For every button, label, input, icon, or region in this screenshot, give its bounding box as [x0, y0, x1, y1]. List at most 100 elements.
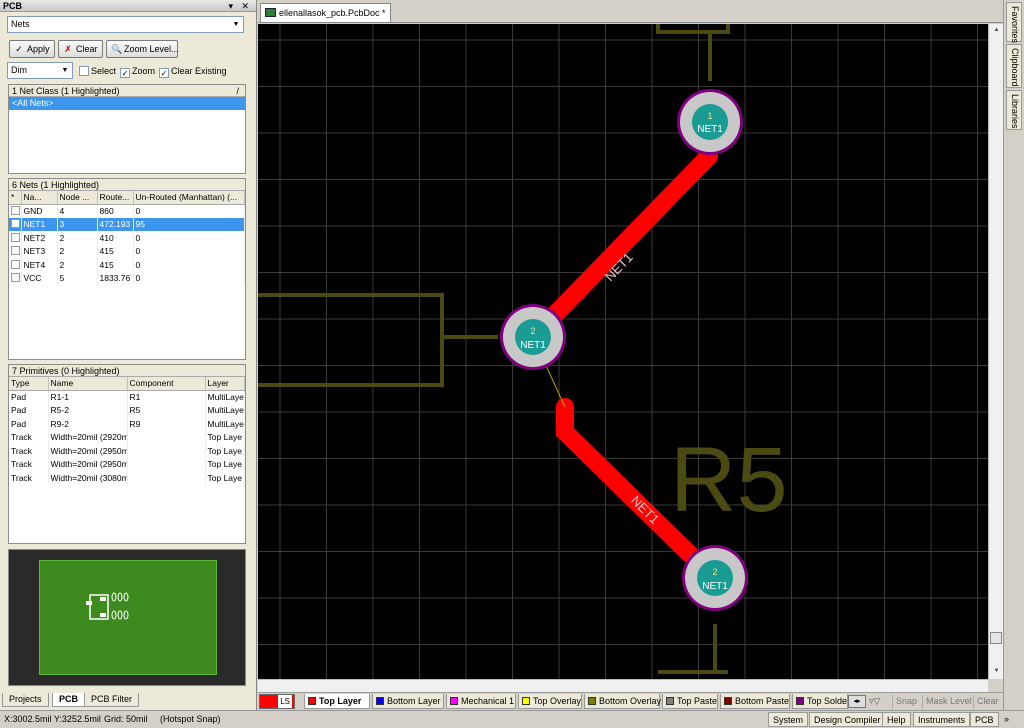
sort-icon[interactable]: / — [236, 85, 239, 96]
nets-col-unrouted[interactable]: Un-Routed (Manhattan) (... — [133, 191, 245, 205]
layer-tab-bottom-layer[interactable]: Bottom Layer — [372, 694, 444, 709]
net-unrouted: 0 — [133, 231, 245, 245]
clear-existing-checkbox-box[interactable]: ✓ — [159, 68, 169, 78]
layer-color-swatch — [450, 697, 458, 705]
layer-tab-top-overlay[interactable]: Top Overlay — [518, 694, 582, 709]
table-row[interactable]: NET4 2 415 0 — [9, 258, 245, 272]
prim-component — [127, 444, 206, 458]
prim-col-type[interactable]: Type — [9, 377, 49, 391]
nets-col-nodes[interactable]: Node ... — [57, 191, 98, 205]
board-thumbnail[interactable] — [39, 560, 217, 675]
nets-col-flag[interactable]: * — [9, 191, 22, 205]
prim-component: R5 — [127, 403, 206, 417]
table-row[interactable]: Pad R1-1 R1 MultiLaye — [9, 390, 245, 404]
horizontal-scrollbar[interactable] — [258, 679, 988, 692]
status-tab-design-compiler[interactable]: Design Compiler — [809, 712, 886, 727]
status-tab-system[interactable]: System — [768, 712, 809, 727]
layer-tab-top-paste[interactable]: Top Paste — [662, 694, 718, 709]
expand-icon[interactable]: » — [1004, 711, 1009, 728]
zoom-checkbox[interactable]: ✓ Zoom — [120, 65, 155, 78]
table-row[interactable]: Pad R9-2 R9 MultiLaye — [9, 417, 245, 431]
zoom-checkbox-box[interactable]: ✓ — [120, 68, 130, 78]
nets-col-routed[interactable]: Route... — [97, 191, 134, 205]
table-row[interactable]: Track Width=20mil (3080m Top Laye — [9, 471, 245, 485]
prim-col-name[interactable]: Name — [48, 377, 128, 391]
row-checkbox[interactable] — [11, 273, 20, 283]
scroll-up-icon[interactable]: ▲ — [989, 24, 1004, 36]
clear-button[interactable]: ✗ Clear — [58, 40, 103, 58]
tab-clipboard[interactable]: Clipboard — [1006, 44, 1022, 88]
clear-mask-button[interactable]: Clear — [973, 695, 1002, 709]
nets-col-name[interactable]: Na... — [21, 191, 58, 205]
chevron-down-icon[interactable]: ▼ — [58, 63, 72, 78]
pad[interactable]: 2 NET1 — [500, 304, 566, 370]
chevron-down-icon[interactable]: ▼ — [229, 17, 243, 32]
status-tab-instruments[interactable]: Instruments — [913, 712, 971, 727]
mode-select[interactable]: Nets ▼ — [7, 16, 244, 33]
prim-col-component[interactable]: Component — [127, 377, 206, 391]
net-routed: 415 — [97, 244, 134, 258]
apply-icon: ✓ — [15, 44, 23, 54]
row-checkbox[interactable] — [11, 232, 20, 242]
layer-color-swatch — [376, 697, 384, 705]
net-class-section: 1 Net Class (1 Highlighted) / <All Nets> — [8, 84, 246, 174]
pad[interactable]: 2 NET1 — [682, 545, 748, 611]
status-tab-help[interactable]: Help — [882, 712, 911, 727]
layer-tab-bottom-overlay[interactable]: Bottom Overlay — [584, 694, 661, 709]
net-name: NET2 — [21, 231, 58, 245]
table-row[interactable]: Track Width=20mil (2950m Top Laye — [9, 457, 245, 471]
tab-pcb[interactable]: PCB — [52, 693, 86, 707]
pcb-canvas[interactable]: R5 NET1 NET1 1 NET1 2 NET1 2 NET1 — [258, 24, 988, 679]
tab-favorites[interactable]: Favorites — [1006, 2, 1022, 43]
table-row[interactable]: Track Width=20mil (2950m Top Laye — [9, 444, 245, 458]
panel-tabs: Projects PCB PCB Filter — [0, 693, 257, 707]
pad[interactable]: 1 NET1 — [677, 89, 743, 155]
row-checkbox[interactable] — [11, 219, 20, 229]
row-checkbox[interactable] — [11, 259, 20, 269]
mask-level-button[interactable]: Mask Level — [922, 695, 975, 709]
tab-projects[interactable]: Projects — [2, 693, 49, 707]
prim-name: Width=20mil (2950m — [48, 444, 128, 458]
mask-mode-select[interactable]: Dim ▼ — [7, 62, 73, 79]
row-checkbox[interactable] — [11, 206, 20, 215]
table-row[interactable]: Track Width=20mil (2920m Top Laye — [9, 430, 245, 444]
select-checkbox-box[interactable] — [79, 66, 89, 76]
layer-tab-mechanical-1[interactable]: Mechanical 1 — [446, 694, 516, 709]
select-checkbox[interactable]: Select — [79, 65, 116, 77]
net-unrouted: 0 — [133, 204, 245, 218]
table-row[interactable]: VCC 5 1833.76 0 — [9, 271, 245, 285]
table-row[interactable]: NET1 3 472.193 95 — [9, 217, 245, 231]
layer-tab-top-layer[interactable]: Top Layer — [304, 694, 370, 709]
row-checkbox[interactable] — [11, 246, 20, 256]
layer-tab-bottom-paste[interactable]: Bottom Paste — [720, 694, 790, 709]
overlay-outline — [656, 24, 730, 34]
layer-tab-top-solder[interactable]: Top Solde — [792, 694, 848, 709]
panel-controls[interactable]: ▾ ✕ — [228, 0, 252, 12]
board-navigator[interactable] — [8, 549, 246, 686]
net-unrouted: 0 — [133, 244, 245, 258]
table-row[interactable]: Pad R5-2 R5 MultiLaye — [9, 403, 245, 417]
ls-button[interactable]: LS — [278, 695, 292, 708]
document-tab[interactable]: ellenallasok_pcb.PcbDoc * — [260, 3, 391, 22]
status-tab-pcb[interactable]: PCB — [970, 712, 999, 727]
nets-table: * Na... Node ... Route... Un-Routed (Man… — [9, 191, 245, 285]
filter-icon[interactable]: ▿▽ — [869, 695, 880, 708]
scroll-down-icon[interactable]: ▼ — [989, 665, 1004, 677]
clear-existing-checkbox[interactable]: ✓ Clear Existing — [159, 65, 227, 78]
tab-libraries[interactable]: Libraries — [1006, 90, 1022, 130]
tab-pcb-filter[interactable]: PCB Filter — [84, 693, 140, 707]
layer-scroll-icon[interactable]: ◂▸ — [848, 695, 866, 708]
pcb-drawing[interactable]: R5 NET1 NET1 1 NET1 2 NET1 2 NET1 — [258, 24, 988, 679]
vertical-scrollbar[interactable]: ▲ ▼ — [988, 24, 1003, 679]
table-row[interactable]: NET2 2 410 0 — [9, 231, 245, 245]
scroll-thumb[interactable] — [990, 632, 1002, 644]
table-row[interactable]: GND 4 860 0 — [9, 204, 245, 218]
net-class-row[interactable]: <All Nets> — [9, 97, 245, 110]
table-row[interactable]: NET3 2 415 0 — [9, 244, 245, 258]
current-layer-swatch[interactable]: LS — [259, 694, 295, 709]
snap-button[interactable]: Snap — [892, 695, 920, 709]
apply-button[interactable]: ✓ Apply — [9, 40, 55, 58]
pad-net: NET1 — [702, 581, 728, 592]
zoom-level-button[interactable]: 🔍 Zoom Level... — [106, 40, 179, 58]
prim-col-layer[interactable]: Layer — [205, 377, 245, 391]
